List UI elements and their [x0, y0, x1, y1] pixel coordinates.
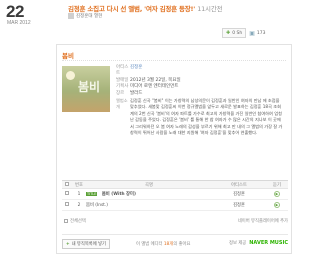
- info-label: 아티스트: [116, 65, 129, 77]
- author-row: 김정훈대 열현: [68, 13, 102, 19]
- album-cover-text: 봄비: [78, 80, 101, 94]
- header-artist: 아티스트: [212, 180, 266, 189]
- select-all-checkbox-bottom[interactable]: [64, 219, 68, 223]
- album-divider: [62, 60, 286, 61]
- album-description: 앨범소개 김정훈 신곡 "봄비" 이는 가창력의 남성의문이 김정훈과 일반인 …: [116, 98, 284, 136]
- track-num: 1: [72, 188, 86, 200]
- description-label: 앨범소개: [116, 98, 128, 110]
- post-time: 11시간전: [197, 5, 223, 13]
- share-icon: ✚: [226, 30, 231, 36]
- table-row: 2 봄비 (Inst.) 김정훈 ▶: [62, 199, 288, 211]
- track-table-header: 번호 곡명 아티스트 듣기: [62, 180, 288, 189]
- provider-label: 정보 제공: [229, 241, 247, 246]
- fan-text-suffix: 의 좋아요: [173, 242, 191, 247]
- select-all-label: 전체선택: [70, 219, 86, 224]
- comment-count[interactable]: ▣ 173: [249, 30, 265, 37]
- select-all[interactable]: 전체선택: [64, 218, 86, 224]
- post-toolbar: ✚ 0 Sh ▣ 173: [222, 28, 265, 38]
- description-text: 김정훈 신곡 "봄비" 이는 가창력의 남성의문이 김정훈과 일반인 여자의 만…: [130, 98, 283, 136]
- track-title[interactable]: 봄비 (With 장미): [102, 192, 136, 197]
- album-cover[interactable]: 봄비: [62, 66, 110, 112]
- cover-flower-icon: [66, 71, 75, 80]
- info-label: 장르: [116, 90, 125, 96]
- track-title[interactable]: 봄비 (Inst.): [86, 203, 108, 208]
- fan-text-prefix: 이 앨범 에디터: [136, 242, 163, 247]
- add-to-my-music-label: 내 뮤직목록에 넣기: [71, 242, 106, 247]
- album-info: 아티스트 김정훈 발매일 2012년 3월 22일, 목요일 기획사 미디어 로…: [116, 65, 181, 97]
- track-artist[interactable]: 김정훈: [212, 199, 266, 211]
- header-title: 곡명: [86, 180, 212, 189]
- fan-text: 이 앨범 에디터 18개의 좋아요: [136, 241, 190, 247]
- track-checkbox[interactable]: [65, 202, 69, 206]
- plus-icon: +: [66, 241, 70, 247]
- author-name[interactable]: 김정훈대 열현: [76, 13, 102, 19]
- post-title-text[interactable]: 김정훈 소집고 다시 선 앨범, '여자 김정훈 등장!': [68, 5, 195, 13]
- track-title-cell: TITLE 봄비 (With 장미): [86, 188, 212, 200]
- header-checkbox: [62, 180, 72, 189]
- header-listen: 듣기: [266, 180, 288, 189]
- naver-music-logo-text: NAVER MUSIC: [249, 240, 288, 246]
- add-to-my-music-button[interactable]: + 내 뮤직목록에 넣기: [62, 239, 110, 249]
- comment-count-value: 173: [256, 30, 266, 36]
- play-icon[interactable]: ▶: [274, 202, 280, 208]
- info-value-genre: 발라드: [130, 90, 143, 96]
- track-num: 2: [72, 199, 86, 211]
- post-date-month: MAR 2012: [7, 20, 31, 26]
- fan-count[interactable]: 18개: [164, 242, 173, 247]
- share-label: 0 Sh: [232, 30, 243, 36]
- share-button[interactable]: ✚ 0 Sh: [222, 28, 247, 38]
- track-title-cell: 봄비 (Inst.): [86, 199, 212, 211]
- comment-icon: ▣: [249, 29, 255, 37]
- post-date-day: 22: [6, 2, 24, 21]
- info-value-artist[interactable]: 김정훈: [130, 65, 142, 78]
- naver-music-logo[interactable]: NAVER MUSIC: [249, 240, 288, 246]
- play-icon[interactable]: ▶: [274, 191, 280, 197]
- album-title[interactable]: 봄비: [62, 50, 74, 60]
- table-row: 1 TITLE 봄비 (With 장미) 김정훈 ▶: [62, 188, 288, 200]
- add-to-playlist-link[interactable]: 네이버 뮤직플레이어에 추가: [238, 218, 288, 224]
- provider-info: 정보 제공 NAVER MUSIC: [229, 240, 288, 246]
- track-artist[interactable]: 김정훈: [212, 188, 266, 200]
- select-all-checkbox[interactable]: [65, 181, 69, 186]
- post-header: 22 MAR 2012 김정훈 소집고 다시 선 앨범, '여자 김정훈 등장!…: [0, 0, 300, 26]
- header-num: 번호: [72, 180, 86, 189]
- album-card: 봄비 봄비 아티스트 김정훈 발매일 2012년 3월 22일, 목요일 기획사…: [56, 44, 292, 254]
- track-checkbox[interactable]: [65, 191, 69, 195]
- post-title[interactable]: 김정훈 소집고 다시 선 앨범, '여자 김정훈 등장!' 11시간전: [68, 3, 223, 13]
- track-table: 번호 곡명 아티스트 듣기 1 TITLE 봄비 (With 장미) 김정훈 ▶…: [62, 180, 288, 211]
- title-badge: TITLE: [86, 192, 98, 196]
- album-footer: + 내 뮤직목록에 넣기 이 앨범 에디터 18개의 좋아요 정보 제공 NAV…: [62, 234, 288, 249]
- info-row-genre: 장르 발라드: [116, 91, 181, 97]
- info-row-artist: 아티스트 김정훈: [116, 65, 181, 78]
- avatar: [68, 13, 74, 19]
